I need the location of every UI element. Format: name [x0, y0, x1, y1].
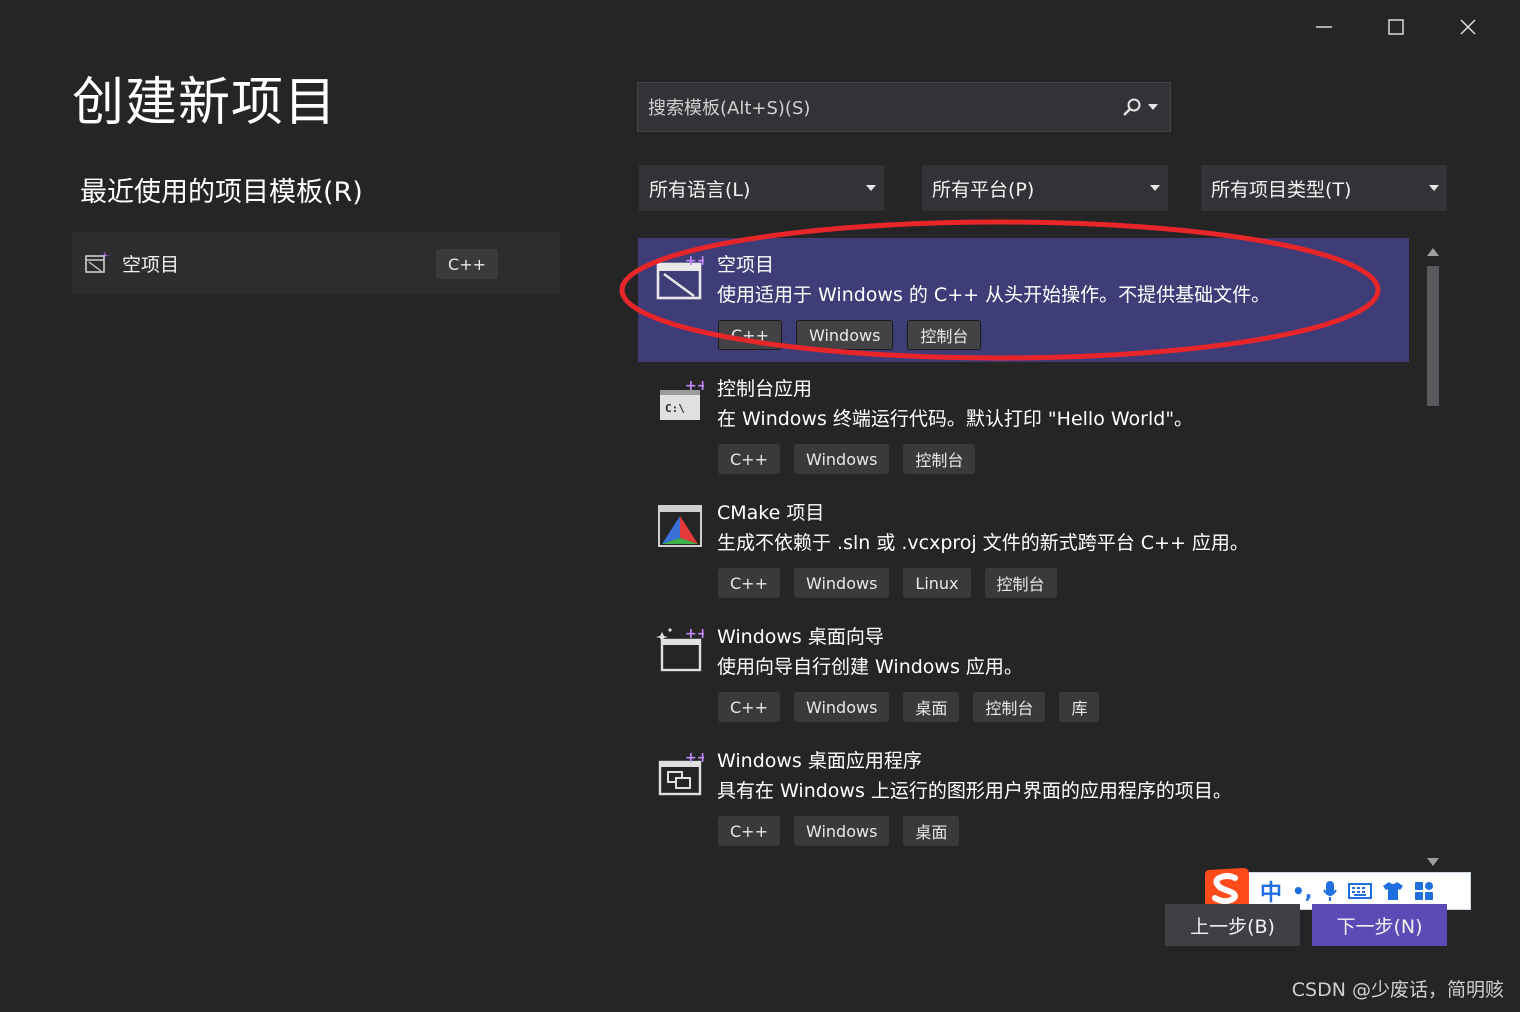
template-item-desktop-app[interactable]: ++ Windows 桌面应用程序 具有在 Windows 上运行的图形用户界面… — [638, 734, 1409, 858]
template-description: 具有在 Windows 上运行的图形用户界面的应用程序的项目。 — [717, 780, 1232, 802]
maximize-icon — [1388, 19, 1404, 35]
minimize-icon — [1316, 26, 1332, 28]
ime-punct-label[interactable]: •, — [1292, 879, 1312, 903]
language-filter-dropdown[interactable]: 所有语言(L) — [639, 165, 884, 211]
svg-text:++: ++ — [685, 750, 704, 766]
tag-windows: Windows — [793, 692, 890, 722]
tag-cpp: C++ — [718, 816, 780, 846]
window-controls — [1288, 8, 1504, 46]
tag-console: 控制台 — [903, 444, 976, 474]
platform-filter-dropdown[interactable]: 所有平台(P) — [922, 165, 1168, 211]
tag-windows: Windows — [793, 816, 890, 846]
svg-text:++: ++ — [101, 251, 110, 261]
template-tags: C++ Windows 桌面 — [718, 816, 960, 846]
template-item-cmake-project[interactable]: CMake 项目 生成不依赖于 .sln 或 .vcxproj 文件的新式跨平台… — [638, 486, 1409, 610]
svg-text:C:\: C:\ — [665, 402, 685, 415]
template-description: 生成不依赖于 .sln 或 .vcxproj 文件的新式跨平台 C++ 应用。 — [717, 532, 1249, 554]
tag-library: 库 — [1059, 692, 1100, 722]
cmake-icon — [658, 505, 702, 547]
template-description: 在 Windows 终端运行代码。默认打印 "Hello World"。 — [717, 408, 1194, 430]
tag-windows: Windows — [793, 444, 890, 474]
skin-shirt-icon[interactable] — [1382, 881, 1404, 901]
template-list: ++ 空项目 使用适用于 Windows 的 C++ 从头开始操作。不提供基础文… — [638, 238, 1409, 858]
svg-text:++: ++ — [685, 254, 704, 269]
template-name: 控制台应用 — [717, 378, 813, 400]
recent-section-title: 最近使用的项目模板(R) — [80, 177, 363, 208]
tag-console: 控制台 — [984, 568, 1057, 598]
template-tags: C++ Windows Linux 控制台 — [718, 568, 1057, 598]
recent-template-name: 空项目 — [122, 253, 180, 276]
chevron-down-icon — [1148, 104, 1158, 110]
console-app-icon: C:\ ++ — [660, 378, 704, 420]
template-search-input[interactable] — [646, 83, 1120, 133]
template-description: 使用向导自行创建 Windows 应用。 — [717, 656, 1023, 678]
template-list-scrollbar[interactable] — [1421, 240, 1445, 870]
tag-cpp: C++ — [718, 320, 782, 350]
tag-console: 控制台 — [907, 320, 982, 350]
empty-project-icon: ++ — [656, 254, 704, 300]
maximize-button[interactable] — [1360, 8, 1432, 46]
template-tags: C++ Windows 控制台 — [718, 444, 976, 474]
chevron-down-icon — [1429, 185, 1439, 191]
tag-windows: Windows — [795, 320, 894, 350]
template-search-box[interactable] — [637, 82, 1171, 133]
desktop-app-icon: ++ — [658, 750, 704, 796]
close-icon — [1460, 19, 1476, 35]
language-filter-label: 所有语言(L) — [649, 178, 751, 201]
tag-desktop: 桌面 — [903, 692, 960, 722]
svg-text:++: ++ — [685, 626, 704, 642]
tag-cpp: C++ — [718, 444, 780, 474]
svg-text:++: ++ — [685, 378, 704, 394]
scrollbar-thumb[interactable] — [1427, 266, 1439, 406]
project-type-filter-dropdown[interactable]: 所有项目类型(T) — [1201, 165, 1447, 211]
empty-project-icon: ++ — [85, 251, 110, 273]
next-button[interactable]: 下一步(N) — [1312, 904, 1447, 946]
template-name: 空项目 — [717, 254, 775, 276]
template-name: Windows 桌面应用程序 — [717, 750, 922, 772]
scroll-down-icon[interactable] — [1427, 858, 1439, 866]
template-name: CMake 项目 — [717, 502, 825, 524]
tag-console: 控制台 — [973, 692, 1046, 722]
tag-linux: Linux — [903, 568, 971, 598]
template-description: 使用适用于 Windows 的 C++ 从头开始操作。不提供基础文件。 — [717, 284, 1271, 306]
tag-desktop: 桌面 — [903, 816, 960, 846]
template-item-empty-project[interactable]: ++ 空项目 使用适用于 Windows 的 C++ 从头开始操作。不提供基础文… — [638, 238, 1409, 362]
template-item-console-app[interactable]: C:\ ++ 控制台应用 在 Windows 终端运行代码。默认打印 "Hell… — [638, 362, 1409, 486]
minimize-button[interactable] — [1288, 8, 1360, 46]
page-title: 创建新项目 — [72, 73, 338, 133]
tag-cpp: C++ — [718, 568, 780, 598]
platform-filter-label: 所有平台(P) — [932, 178, 1035, 201]
recent-template-tag: C++ — [436, 249, 498, 279]
search-dropdown-button[interactable] — [1122, 97, 1158, 117]
toolbox-grid-icon[interactable] — [1414, 881, 1434, 901]
project-type-filter-label: 所有项目类型(T) — [1211, 178, 1352, 201]
ime-mode-label[interactable]: 中 — [1260, 875, 1282, 907]
close-button[interactable] — [1432, 8, 1504, 46]
scroll-up-icon[interactable] — [1427, 248, 1439, 256]
search-icon — [1123, 98, 1141, 116]
template-tags: C++ Windows 桌面 控制台 库 — [718, 692, 1100, 722]
back-button[interactable]: 上一步(B) — [1165, 904, 1300, 946]
template-item-desktop-wizard[interactable]: ++ Windows 桌面向导 使用向导自行创建 Windows 应用。 C++… — [638, 610, 1409, 734]
recent-template-item[interactable]: ++ 空项目 C++ — [72, 232, 560, 294]
tag-windows: Windows — [793, 568, 890, 598]
microphone-icon[interactable] — [1322, 880, 1338, 902]
chevron-down-icon — [866, 185, 876, 191]
template-name: Windows 桌面向导 — [717, 626, 884, 648]
template-tags: C++ Windows 控制台 — [718, 320, 982, 350]
watermark: CSDN @少废话，简明赅 — [1291, 979, 1504, 1001]
chevron-down-icon — [1150, 185, 1160, 191]
wizard-icon: ++ — [656, 626, 704, 672]
keyboard-icon[interactable] — [1348, 882, 1373, 900]
tag-cpp: C++ — [718, 692, 780, 722]
